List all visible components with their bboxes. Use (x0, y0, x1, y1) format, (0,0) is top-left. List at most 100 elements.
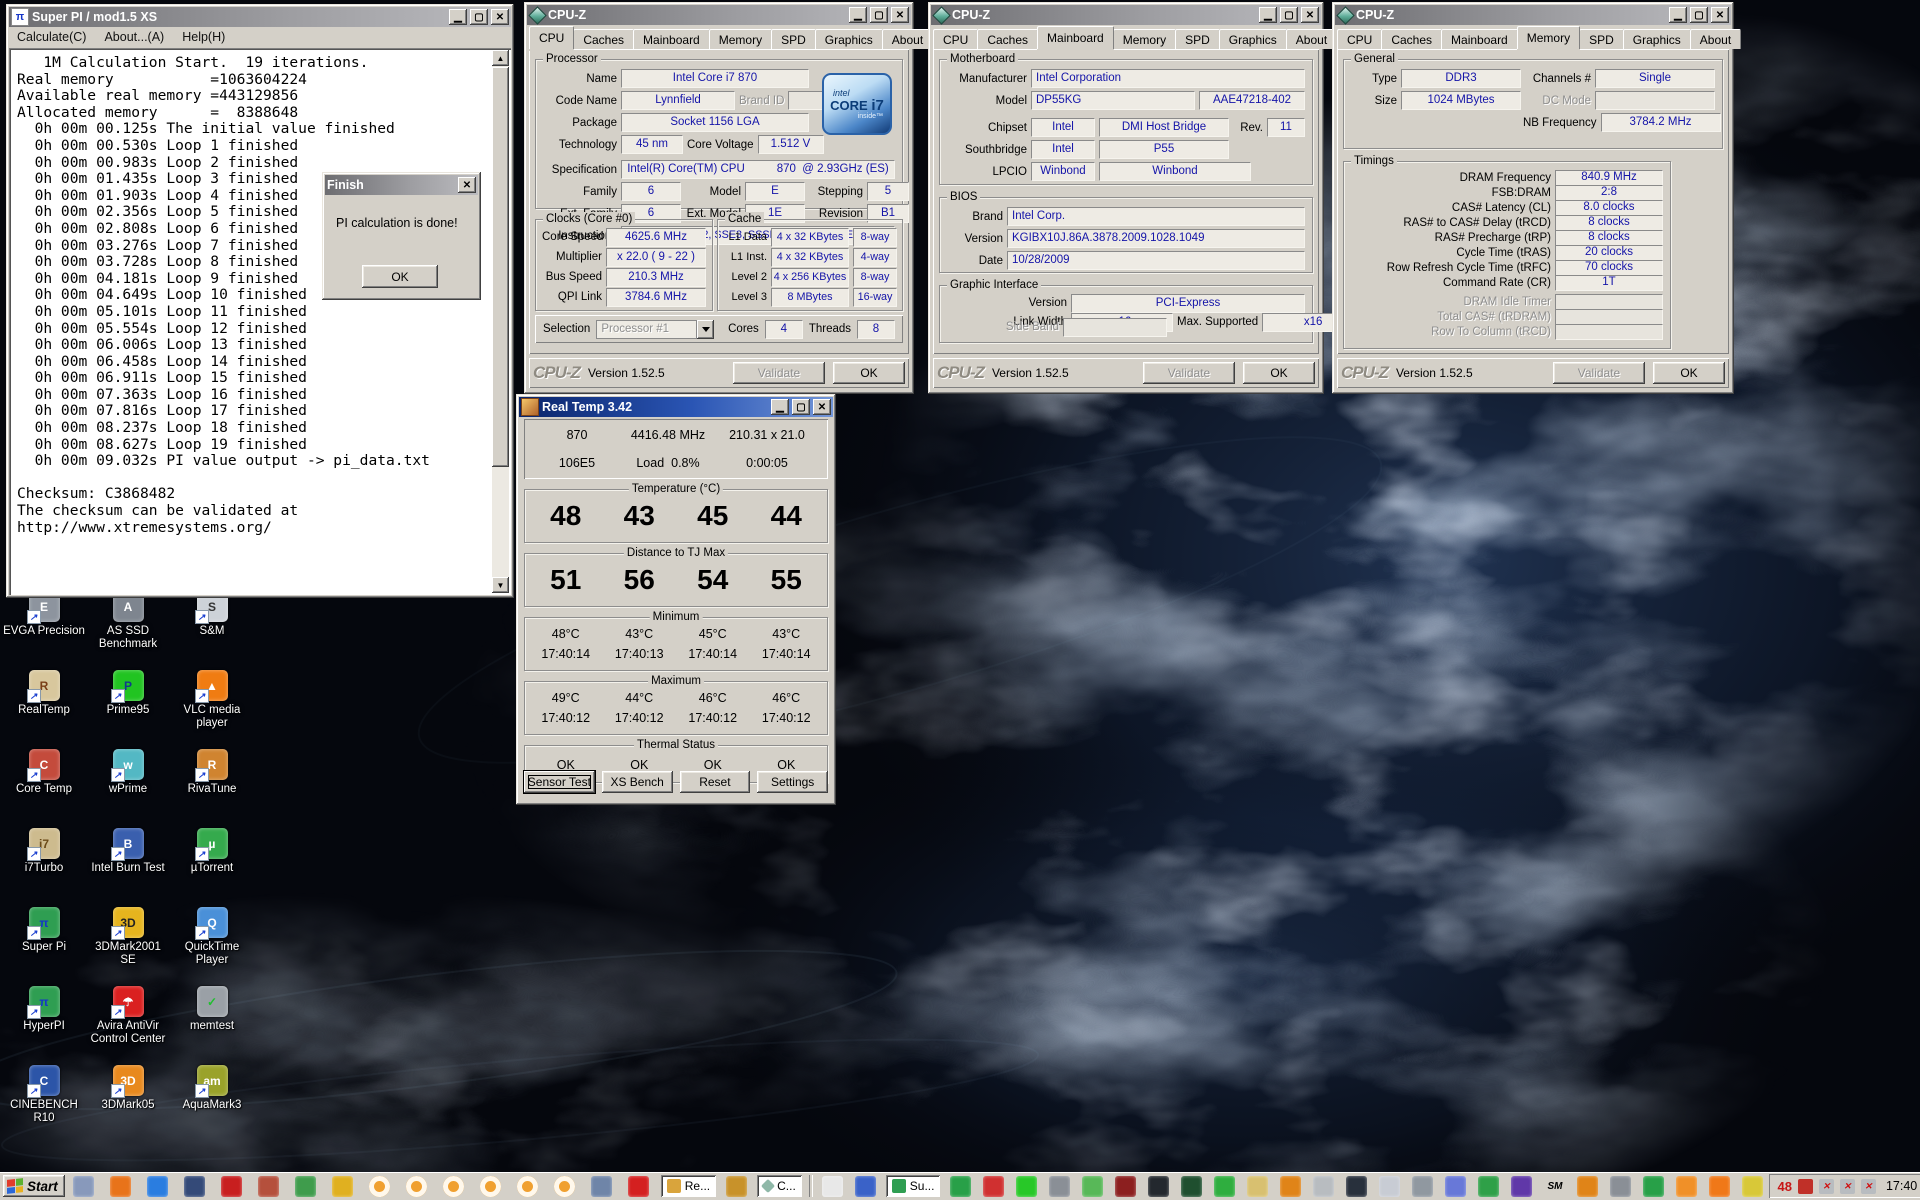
task-button-superpi[interactable]: Su... (886, 1175, 941, 1197)
tab-graphics[interactable]: Graphics (1623, 29, 1691, 49)
cpuz-titlebar[interactable]: CPU-Z ▁ ▢ ✕ (527, 5, 911, 25)
cpuz-titlebar[interactable]: CPU-Z ▁ ▢ ✕ (1335, 5, 1731, 25)
quicklaunch-icon[interactable] (554, 1176, 575, 1197)
realtemp-titlebar[interactable]: Real Temp 3.42 ▁ ▢ ✕ (519, 397, 833, 417)
desktop-icon-intel-burn-test[interactable]: B↗ Intel Burn Test (86, 825, 170, 904)
tray-app-icon[interactable] (1445, 1176, 1466, 1197)
tray-app-icon[interactable] (1676, 1176, 1697, 1197)
tab-memory[interactable]: Memory (1517, 26, 1580, 49)
minimize-button[interactable]: ▁ (771, 399, 789, 415)
quicklaunch-icon[interactable] (1016, 1176, 1037, 1197)
tab-graphics[interactable]: Graphics (1219, 29, 1287, 49)
desktop-icon-rivatune[interactable]: R↗ RivaTune (170, 746, 254, 825)
tray-app-icon[interactable] (1742, 1176, 1763, 1197)
quicklaunch-icon[interactable] (591, 1176, 612, 1197)
minimize-button[interactable]: ▁ (449, 9, 467, 25)
quicklaunch-icon[interactable] (147, 1176, 168, 1197)
quicklaunch-icon[interactable] (628, 1176, 649, 1197)
quicklaunch-icon[interactable] (517, 1176, 538, 1197)
tab-mainboard[interactable]: Mainboard (1441, 29, 1518, 49)
tray-app-icon[interactable] (1181, 1176, 1202, 1197)
maximize-button[interactable]: ▢ (470, 9, 488, 25)
tray-app-icon[interactable] (1280, 1176, 1301, 1197)
finish-dialog-titlebar[interactable]: Finish ✕ (325, 175, 478, 195)
quicklaunch-icon[interactable] (295, 1176, 316, 1197)
vertical-scrollbar[interactable]: ▲ ▼ (492, 50, 509, 593)
validate-button[interactable]: Validate (1143, 362, 1235, 384)
quicklaunch-icon[interactable] (110, 1176, 131, 1197)
quicklaunch-icon[interactable] (369, 1176, 390, 1197)
quicklaunch-icon[interactable] (726, 1176, 747, 1197)
tray-app-icon[interactable] (1709, 1176, 1730, 1197)
quicklaunch-icon[interactable] (73, 1176, 94, 1197)
ok-button[interactable]: OK (1653, 362, 1725, 384)
tab-spd[interactable]: SPD (1175, 29, 1220, 49)
tab-memory[interactable]: Memory (709, 29, 772, 49)
tab-mainboard[interactable]: Mainboard (633, 29, 710, 49)
desktop-icon-as-ssd[interactable]: A AS SSD Benchmark (86, 588, 170, 667)
ok-button[interactable]: OK (833, 362, 905, 384)
minimize-button[interactable]: ▁ (849, 7, 867, 23)
tab-spd[interactable]: SPD (771, 29, 816, 49)
tray-app-icon[interactable] (1643, 1176, 1664, 1197)
desktop-icon-3dmark2001[interactable]: 3D↗ 3DMark2001 SE (86, 904, 170, 983)
tray-app-icon-sm[interactable]: SM (1544, 1176, 1565, 1197)
close-button[interactable]: ✕ (1711, 7, 1729, 23)
superpi-titlebar[interactable]: π Super PI / mod1.5 XS ▁ ▢ ✕ (9, 7, 511, 27)
desktop-icon-utorrent[interactable]: µ↗ µTorrent (170, 825, 254, 904)
tray-device-disabled-icon[interactable]: ✕ (1840, 1179, 1855, 1194)
quicklaunch-icon[interactable] (1049, 1176, 1070, 1197)
quicklaunch-icon[interactable] (184, 1176, 205, 1197)
tab-cpu[interactable]: CPU (1337, 29, 1382, 49)
scroll-up-icon[interactable]: ▲ (492, 50, 509, 66)
tray-app-icon[interactable] (1214, 1176, 1235, 1197)
volume-muted-icon[interactable]: ✕ (1861, 1179, 1876, 1194)
desktop-icon-wprime[interactable]: w↗ wPrime (86, 746, 170, 825)
desktop-icon-avira[interactable]: ☂↗ Avira AntiVir Control Center (86, 983, 170, 1062)
menu-about[interactable]: About...(A) (104, 30, 164, 44)
task-button-cpuz[interactable]: C... (757, 1175, 802, 1197)
realtemp-tray-temperature[interactable]: 48 (1777, 1179, 1791, 1194)
processor-select[interactable]: Processor #1 (596, 320, 714, 339)
tab-memory[interactable]: Memory (1113, 29, 1176, 49)
quicklaunch-icon[interactable] (406, 1176, 427, 1197)
desktop-icon-realtemp[interactable]: R↗ RealTemp (2, 667, 86, 746)
start-button[interactable]: Start (3, 1175, 65, 1197)
menu-help[interactable]: Help(H) (182, 30, 225, 44)
quicklaunch-icon[interactable] (443, 1176, 464, 1197)
close-button[interactable]: ✕ (813, 399, 831, 415)
maximize-button[interactable]: ▢ (1690, 7, 1708, 23)
tab-spd[interactable]: SPD (1579, 29, 1624, 49)
close-button[interactable]: ✕ (891, 7, 909, 23)
tab-cpu[interactable]: CPU (529, 26, 574, 49)
tray-app-icon[interactable] (1511, 1176, 1532, 1197)
xs-bench-button[interactable]: XS Bench (602, 771, 673, 793)
minimize-button[interactable]: ▁ (1259, 7, 1277, 23)
ok-button[interactable]: OK (1243, 362, 1315, 384)
tray-device-disabled-icon[interactable]: ✕ (1819, 1179, 1834, 1194)
tab-caches[interactable]: Caches (573, 29, 634, 49)
tray-app-icon[interactable] (1247, 1176, 1268, 1197)
tab-about[interactable]: About (1690, 29, 1741, 49)
tray-app-icon[interactable] (1478, 1176, 1499, 1197)
reset-button[interactable]: Reset (680, 771, 751, 793)
maximize-button[interactable]: ▢ (870, 7, 888, 23)
quicklaunch-icon[interactable] (822, 1176, 843, 1197)
desktop-icon-aquamark3[interactable]: am↗ AquaMark3 (170, 1062, 254, 1141)
desktop-icon-i7turbo[interactable]: i7↗ i7Turbo (2, 825, 86, 904)
tab-about[interactable]: About (1286, 29, 1337, 49)
quicklaunch-icon[interactable] (950, 1176, 971, 1197)
quicklaunch-icon[interactable] (258, 1176, 279, 1197)
tray-app-icon[interactable] (1313, 1176, 1334, 1197)
tray-app-icon[interactable] (1412, 1176, 1433, 1197)
close-button[interactable]: ✕ (491, 9, 509, 25)
task-button-realtemp[interactable]: Re... (661, 1175, 716, 1197)
quicklaunch-icon[interactable] (221, 1176, 242, 1197)
desktop-icon-core-temp[interactable]: C↗ Core Temp (2, 746, 86, 825)
desktop-icon-hyperpi[interactable]: π↗ HyperPI (2, 983, 86, 1062)
maximize-button[interactable]: ▢ (1280, 7, 1298, 23)
desktop-icon-cinebench[interactable]: C↗ CINEBENCH R10 (2, 1062, 86, 1141)
desktop-icon-prime95[interactable]: P↗ Prime95 (86, 667, 170, 746)
tab-cpu[interactable]: CPU (933, 29, 978, 49)
desktop-icon-evga-precision[interactable]: E↗ EVGA Precision (2, 588, 86, 667)
